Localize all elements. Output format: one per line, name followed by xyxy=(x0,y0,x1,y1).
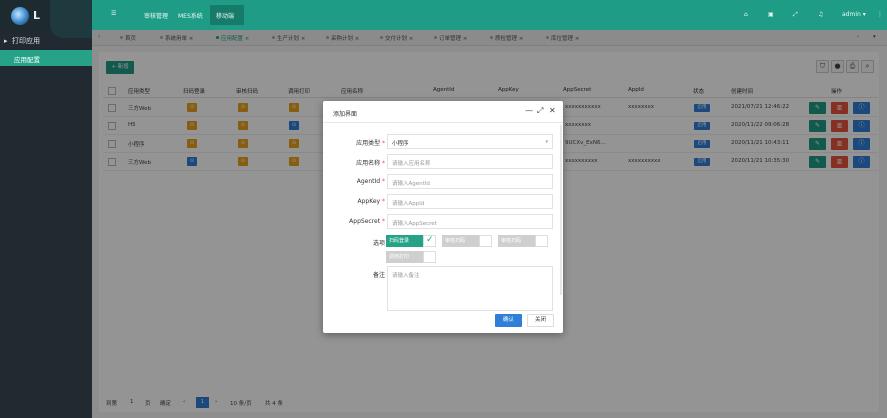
agent-id-input[interactable]: 请输入AgentId xyxy=(387,174,553,189)
app-name-input[interactable]: 请输入应用名称 xyxy=(387,154,553,169)
logo-letter: L xyxy=(33,9,41,22)
option-audit-scan-check[interactable] xyxy=(479,235,492,247)
option-scan-login-check[interactable]: ✓ xyxy=(423,235,436,247)
option-audit-scan-toggle[interactable]: 审核扫码 xyxy=(442,235,479,247)
close-icon[interactable]: ✕ xyxy=(549,106,556,115)
top-nav-audit[interactable]: 审核管理 xyxy=(144,11,168,20)
expand-icon[interactable]: ⤢ xyxy=(793,11,798,19)
lock-icon[interactable]: ▣ xyxy=(768,11,774,18)
app-type-value: 小程序 xyxy=(392,141,409,147)
option-call-print-toggle[interactable]: 调用打印 xyxy=(386,251,423,263)
app-type-select[interactable]: 小程序 ▾ xyxy=(387,134,553,149)
user-menu[interactable]: admin ▾ xyxy=(842,11,866,18)
option-audit-scan-2-check[interactable] xyxy=(535,235,548,247)
home-icon[interactable]: ⌂ xyxy=(744,11,748,18)
close-button[interactable]: 关闭 xyxy=(527,314,554,327)
checkmark-icon: ✓ xyxy=(426,235,434,245)
top-bar: ☰ 审核管理 MES系统 移动端 ⌂ ▣ ⤢ ♫ admin ▾ ⋮ xyxy=(92,0,887,30)
confirm-button[interactable]: 确认 xyxy=(495,314,522,327)
add-dialog: 添加界面 — ⤢ ✕ 应用类型 * 小程序 ▾ 应用名称 * 请输入应用名称 Ag… xyxy=(323,101,563,333)
sidebar-item-app-config[interactable]: 应用配置 xyxy=(0,50,92,66)
app-secret-input[interactable]: 请输入AppSecret xyxy=(387,214,553,229)
label-agent-id: AgentId * xyxy=(356,178,385,185)
label-remark: 备注 xyxy=(372,272,385,279)
top-nav-mes[interactable]: MES系统 xyxy=(178,11,203,20)
menu-toggle-icon[interactable]: ☰ xyxy=(111,10,116,17)
maximize-icon[interactable]: ⤢ xyxy=(537,106,543,116)
sidebar-group-print-app[interactable]: ▸ 打印应用 xyxy=(0,32,92,48)
label-options: 选项 xyxy=(372,240,385,247)
label-app-name: 应用名称 * xyxy=(356,160,385,167)
label-app-key: AppKey * xyxy=(357,198,385,205)
option-scan-login-toggle[interactable]: 扫码登录 xyxy=(386,235,423,247)
menu-arrow-icon: ▸ xyxy=(4,37,8,45)
user-name: admin xyxy=(842,11,861,18)
more-icon[interactable]: ⋮ xyxy=(877,11,883,18)
remark-textarea[interactable]: 请输入备注 xyxy=(387,266,553,311)
label-app-secret: AppSecret * xyxy=(349,218,385,225)
logo-icon xyxy=(11,7,29,25)
option-call-print-check[interactable] xyxy=(423,251,436,263)
label-app-type: 应用类型 * xyxy=(356,140,385,147)
bell-icon[interactable]: ♫ xyxy=(818,11,823,18)
dialog-title: 添加界面 xyxy=(333,111,358,118)
dialog-header: 添加界面 — ⤢ ✕ xyxy=(323,101,563,123)
sidebar-group-label: 打印应用 xyxy=(12,37,40,45)
app-key-input[interactable]: 请输入AppId xyxy=(387,194,553,209)
dialog-scrollbar[interactable] xyxy=(560,125,562,295)
chevron-down-icon: ▾ xyxy=(545,139,548,145)
top-nav-mobile[interactable]: 移动端 xyxy=(216,11,234,20)
option-audit-scan-2-toggle[interactable]: 审核扫码 xyxy=(498,235,535,247)
minimize-icon[interactable]: — xyxy=(525,106,533,115)
